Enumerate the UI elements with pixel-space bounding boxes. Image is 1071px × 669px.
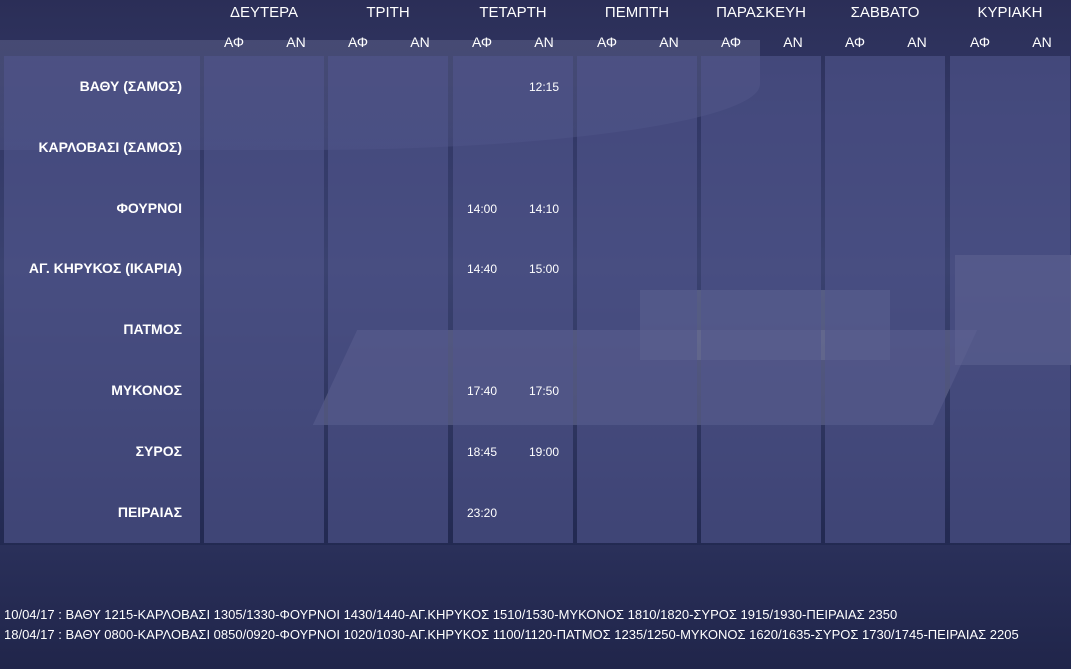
time-departure: 23:20 xyxy=(466,506,498,520)
day-column-panel-sunday xyxy=(950,56,1070,543)
day-header-wednesday: ΤΕΤΑΡΤΗ xyxy=(479,4,547,21)
sub-label-arrival: ΑΝ xyxy=(410,34,430,50)
station-ag-kirykos: ΑΓ. ΚΗΡΥΚΟΣ (ΙΚΑΡΙΑ) xyxy=(28,260,182,276)
station-mykonos: ΜΥΚΟΝΟΣ xyxy=(111,382,182,398)
station-karlovasi: ΚΑΡΛΟΒΑΣΙ (ΣΑΜΟΣ) xyxy=(38,139,182,155)
sub-label-departure: ΑΦ xyxy=(471,34,493,50)
time-arrival: 15:00 xyxy=(528,262,560,276)
sub-label-arrival: ΑΝ xyxy=(1032,34,1052,50)
day-column-panel-wednesday xyxy=(453,56,573,543)
sub-label-departure: ΑΦ xyxy=(223,34,245,50)
schedule-note: 10/04/17 : ΒΑΘΥ 1215-ΚΑΡΛΟΒΑΣΙ 1305/1330… xyxy=(4,607,898,622)
sub-label-departure: ΑΦ xyxy=(347,34,369,50)
day-header-row: ΔΕΥΤΕΡΑ ΤΡΙΤΗ ΤΕΤΑΡΤΗ ΠΕΜΠΤΗ ΠΑΡΑΣΚΕΥΗ Σ… xyxy=(0,0,1071,28)
day-header-thursday: ΠΕΜΠΤΗ xyxy=(604,4,670,21)
sub-label-arrival: ΑΝ xyxy=(286,34,306,50)
day-column-panel-saturday xyxy=(825,56,945,543)
day-column-panel-thursday xyxy=(577,56,697,543)
day-header-tuesday: ΤΡΙΤΗ xyxy=(366,4,410,21)
time-arrival: 19:00 xyxy=(528,445,560,459)
day-column-panel-tuesday xyxy=(328,56,448,543)
sub-label-arrival: ΑΝ xyxy=(659,34,679,50)
sub-label-arrival: ΑΝ xyxy=(534,34,554,50)
sub-label-departure: ΑΦ xyxy=(596,34,618,50)
day-column-panel-monday xyxy=(204,56,324,543)
sub-label-arrival: ΑΝ xyxy=(783,34,803,50)
time-departure: 18:45 xyxy=(466,445,498,459)
stations-column-panel xyxy=(4,56,200,543)
time-arrival: 17:50 xyxy=(528,384,560,398)
time-departure: 14:00 xyxy=(466,202,498,216)
day-header-sunday: ΚΥΡΙΑΚΗ xyxy=(977,4,1043,21)
station-peiraias: ΠΕΙΡΑΙΑΣ xyxy=(117,504,182,520)
time-arrival: 14:10 xyxy=(528,202,560,216)
sub-label-arrival: ΑΝ xyxy=(907,34,927,50)
time-departure: 17:40 xyxy=(466,384,498,398)
station-vathy: ΒΑΘΥ (ΣΑΜΟΣ) xyxy=(79,78,182,94)
station-fournoi: ΦΟΥΡΝΟΙ xyxy=(116,200,182,216)
day-header-friday: ΠΑΡΑΣΚΕΥΗ xyxy=(716,4,806,21)
station-syros: ΣΥΡΟΣ xyxy=(135,443,182,459)
station-patmos: ΠΑΤΜΟΣ xyxy=(123,321,182,337)
schedule-notes: 10/04/17 : ΒΑΘΥ 1215-ΚΑΡΛΟΒΑΣΙ 1305/1330… xyxy=(4,605,1068,645)
sub-label-departure: ΑΦ xyxy=(720,34,742,50)
day-header-saturday: ΣΑΒΒΑΤΟ xyxy=(850,4,920,21)
day-column-panel-friday xyxy=(701,56,821,543)
sub-label-departure: ΑΦ xyxy=(969,34,991,50)
sub-label-departure: ΑΦ xyxy=(844,34,866,50)
day-header-monday: ΔΕΥΤΕΡΑ xyxy=(229,4,299,21)
schedule-note: 18/04/17 : ΒΑΘΥ 0800-ΚΑΡΛΟΒΑΣΙ 0850/0920… xyxy=(4,627,1019,642)
time-arrival: 12:15 xyxy=(528,80,560,94)
time-departure: 14:40 xyxy=(466,262,498,276)
